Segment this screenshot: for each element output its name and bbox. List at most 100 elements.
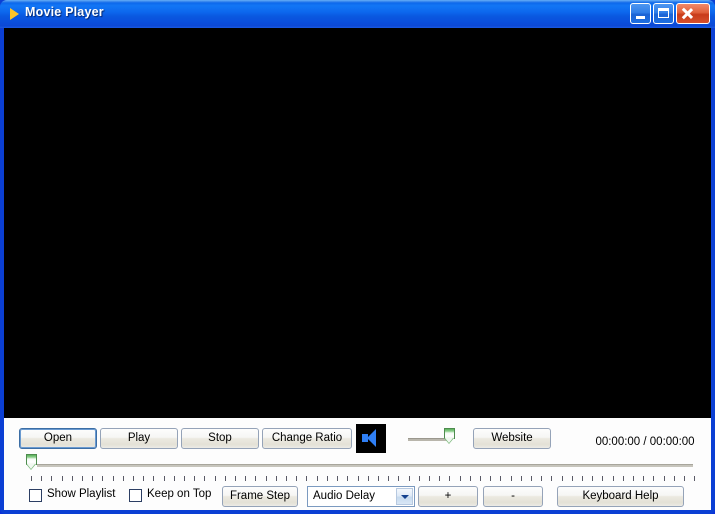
seek-tick <box>469 476 471 481</box>
volume-slider-thumb[interactable] <box>444 428 455 444</box>
seek-tick <box>245 476 247 481</box>
seek-tick <box>551 476 553 481</box>
seek-tick <box>133 476 135 481</box>
seek-tick <box>653 476 655 481</box>
seek-tick <box>388 476 390 481</box>
seek-tick <box>530 476 532 481</box>
seek-tick <box>449 476 451 481</box>
close-button[interactable] <box>676 3 710 24</box>
seek-tick <box>92 476 94 481</box>
title-bar[interactable]: Movie Player <box>0 0 715 28</box>
open-button[interactable]: Open <box>19 428 97 449</box>
speaker-icon-cone <box>367 429 376 447</box>
seek-slider-track[interactable] <box>37 464 693 467</box>
seek-tick <box>541 476 543 481</box>
seek-slider-thumb[interactable] <box>26 454 37 475</box>
seek-tick <box>337 476 339 481</box>
minimize-icon <box>636 16 645 19</box>
audio-delay-value: Audio Delay <box>313 490 376 502</box>
frame-step-button[interactable]: Frame Step <box>222 486 298 507</box>
seek-tick <box>31 476 32 481</box>
seek-tick <box>581 476 583 481</box>
seek-tick <box>663 476 665 481</box>
seek-tick <box>459 476 461 481</box>
video-display-area[interactable] <box>4 28 711 418</box>
seek-tick <box>500 476 502 481</box>
seek-tick <box>602 476 604 481</box>
seek-tick <box>184 476 186 481</box>
seek-tick <box>112 476 114 481</box>
seek-tick <box>418 476 420 481</box>
stop-button[interactable]: Stop <box>181 428 259 449</box>
seek-tick <box>561 476 563 481</box>
seek-tick <box>510 476 512 481</box>
seek-tick <box>632 476 634 481</box>
seek-tick <box>684 476 685 481</box>
seek-tick <box>367 476 369 481</box>
play-button[interactable]: Play <box>100 428 178 449</box>
seek-thumb-tip-inner <box>27 464 35 469</box>
seek-tick <box>326 476 328 481</box>
audio-delay-select[interactable]: Audio Delay <box>307 486 415 507</box>
seek-tick <box>102 476 104 481</box>
seek-tick <box>194 476 196 481</box>
volume-thumb-tip-inner <box>445 438 453 443</box>
seek-tick <box>173 476 175 481</box>
seek-tick <box>41 476 43 481</box>
seek-tick <box>347 476 349 481</box>
change-ratio-button[interactable]: Change Ratio <box>262 428 352 449</box>
seek-tick <box>265 476 267 481</box>
seek-tick <box>71 476 73 481</box>
show-playlist-label: Show Playlist <box>47 488 116 500</box>
keep-on-top-checkbox[interactable] <box>129 489 142 502</box>
seek-tick <box>571 476 573 481</box>
seek-tick <box>439 476 441 481</box>
seek-tick <box>306 476 308 481</box>
audio-delay-dropdown-button[interactable] <box>396 488 413 505</box>
minimize-button[interactable] <box>630 3 651 24</box>
speaker-icon[interactable] <box>356 424 386 453</box>
seek-tick <box>643 476 645 481</box>
seek-tick <box>163 476 165 481</box>
seek-tick <box>235 476 237 481</box>
seek-tick <box>286 476 288 481</box>
seek-tick <box>122 476 124 481</box>
titlebar-highlight <box>0 0 715 3</box>
keep-on-top-label: Keep on Top <box>147 488 212 500</box>
keyboard-help-button[interactable]: Keyboard Help <box>557 486 684 507</box>
seek-tick <box>204 476 206 481</box>
seek-tick <box>592 476 594 481</box>
show-playlist-checkbox[interactable] <box>29 489 42 502</box>
window-controls <box>630 3 710 24</box>
seek-tick <box>296 476 298 481</box>
seek-tick <box>377 476 379 481</box>
seek-tick <box>357 476 359 481</box>
movie-player-window: Movie Player Open Play Stop Change Ratio <box>0 0 715 514</box>
increase-delay-button[interactable]: + <box>418 486 478 507</box>
seek-tick <box>214 476 216 481</box>
seek-tick <box>490 476 492 481</box>
seek-tick <box>153 476 155 481</box>
seek-tick <box>612 476 614 481</box>
seek-tick <box>82 476 84 481</box>
volume-thumb-shape <box>444 428 455 449</box>
seek-tick <box>143 476 145 481</box>
seek-slider-ticks <box>31 476 696 482</box>
time-display: 00:00:00 / 00:00:00 <box>595 436 695 448</box>
seek-tick <box>275 476 277 481</box>
decrease-delay-button[interactable]: - <box>483 486 543 507</box>
seek-tick <box>520 476 522 481</box>
seek-tick <box>694 476 696 481</box>
seek-thumb-shape <box>26 454 37 475</box>
control-panel: Open Play Stop Change Ratio Website 00:0… <box>4 418 711 510</box>
seek-tick <box>316 476 318 481</box>
seek-tick <box>622 476 624 481</box>
chevron-down-icon <box>401 495 409 499</box>
seek-tick <box>479 476 481 481</box>
website-button[interactable]: Website <box>473 428 551 449</box>
window-title: Movie Player <box>25 5 104 19</box>
maximize-button[interactable] <box>653 3 674 24</box>
seek-tick <box>428 476 430 481</box>
seek-tick <box>224 476 226 481</box>
seek-tick <box>408 476 410 481</box>
